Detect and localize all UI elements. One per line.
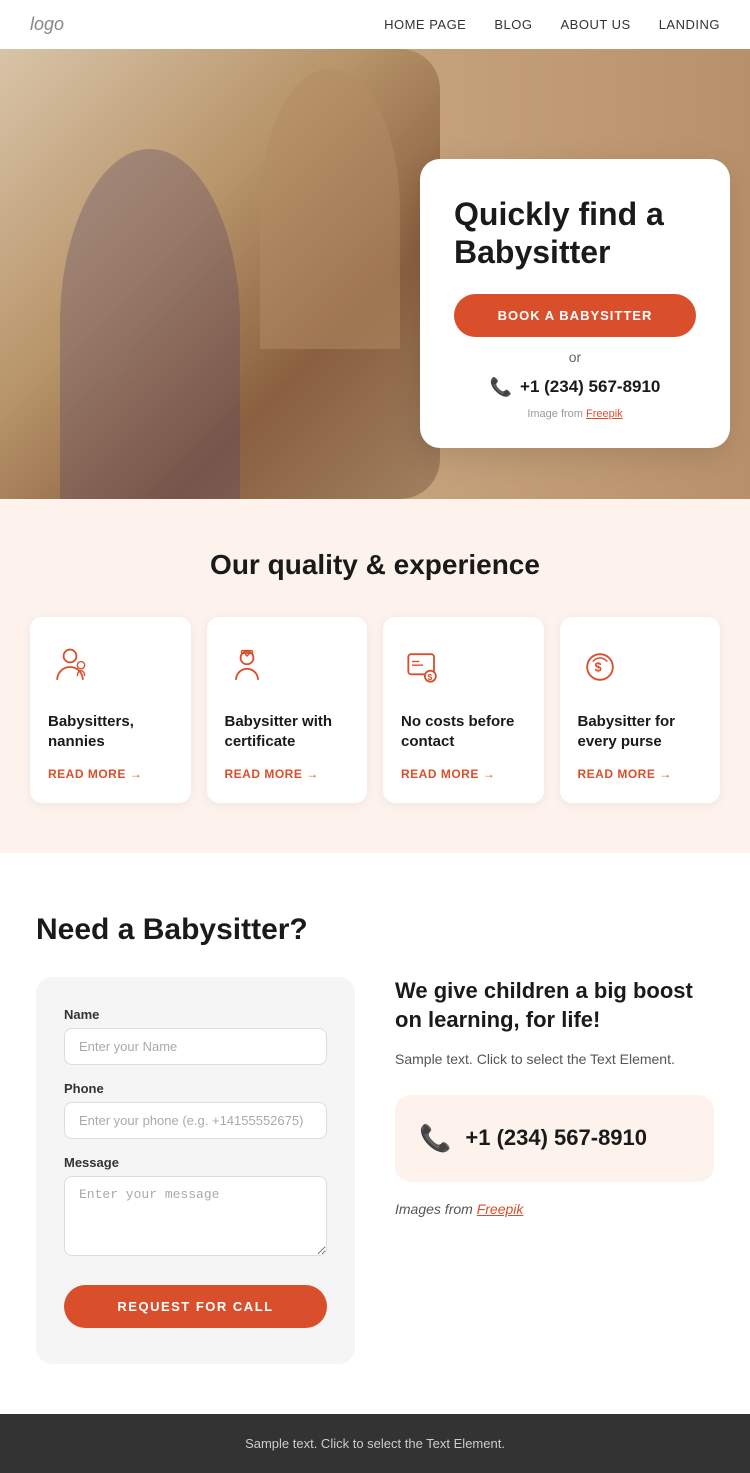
form-right: We give children a big boost on learning… xyxy=(395,977,714,1244)
phone-icon: 📞 xyxy=(490,377,512,398)
phone-card-number: +1 (234) 567-8910 xyxy=(465,1125,647,1151)
footer-text: Sample text. Click to select the Text El… xyxy=(245,1436,505,1451)
book-babysitter-button[interactable]: BOOK A BABYSITTER xyxy=(454,294,696,337)
message-group: Message xyxy=(64,1155,327,1261)
nav-blog[interactable]: BLOG xyxy=(494,17,532,32)
read-more-no-costs[interactable]: READ MORE → xyxy=(401,767,526,781)
logo: logo xyxy=(30,14,64,35)
navbar: logo HOME PAGE BLOG ABOUT US LANDING xyxy=(0,0,750,49)
card-title-purse: Babysitter for every purse xyxy=(578,712,703,751)
card-title-babysitters: Babysitters, nannies xyxy=(48,712,173,751)
form-right-body: Sample text. Click to select the Text El… xyxy=(395,1048,714,1070)
hero-section: Quickly find a Babysitter BOOK A BABYSIT… xyxy=(0,49,750,499)
contact-form-box: Name Phone Message REQUEST FOR CALL xyxy=(36,977,355,1364)
no-costs-icon: $ xyxy=(401,645,526,698)
nav-links: HOME PAGE BLOG ABOUT US LANDING xyxy=(384,17,720,32)
nav-home[interactable]: HOME PAGE xyxy=(384,17,466,32)
form-right-heading: We give children a big boost on learning… xyxy=(395,977,714,1034)
card-title-no-costs: No costs before contact xyxy=(401,712,526,751)
message-textarea[interactable] xyxy=(64,1176,327,1256)
nav-landing[interactable]: LANDING xyxy=(659,17,720,32)
feature-cards-grid: Babysitters, nannies READ MORE → Babysit… xyxy=(30,617,720,803)
freepik-link[interactable]: Freepik xyxy=(586,408,623,420)
read-more-purse[interactable]: READ MORE → xyxy=(578,767,703,781)
nav-about[interactable]: ABOUT US xyxy=(560,17,630,32)
images-credit: Images from Freepik xyxy=(395,1198,714,1220)
feature-card-babysitters: Babysitters, nannies READ MORE → xyxy=(30,617,191,803)
name-input[interactable] xyxy=(64,1028,327,1065)
babysitter-certificate-icon xyxy=(225,645,350,698)
feature-card-purse: $ Babysitter for every purse READ MORE → xyxy=(560,617,721,803)
freepik-link-2[interactable]: Freepik xyxy=(477,1201,524,1217)
babysitter-nannies-icon xyxy=(48,645,173,698)
hero-image-credit: Image from Freepik xyxy=(454,408,696,420)
form-left: Name Phone Message REQUEST FOR CALL xyxy=(36,977,355,1364)
phone-card-icon: 📞 xyxy=(419,1123,451,1154)
or-divider: or xyxy=(454,349,696,365)
hero-image-area xyxy=(0,49,440,499)
phone-group: Phone xyxy=(64,1081,327,1139)
phone-card: 📞 +1 (234) 567-8910 xyxy=(395,1095,714,1182)
feature-card-certificate: Babysitter with certificate READ MORE → xyxy=(207,617,368,803)
phone-input[interactable] xyxy=(64,1102,327,1139)
form-section: Need a Babysitter? Name Phone Message RE… xyxy=(0,853,750,1414)
name-label: Name xyxy=(64,1007,327,1022)
request-call-button[interactable]: REQUEST FOR CALL xyxy=(64,1285,327,1328)
babysitter-purse-icon: $ xyxy=(578,645,703,698)
card-title-certificate: Babysitter with certificate xyxy=(225,712,350,751)
quality-title: Our quality & experience xyxy=(30,549,720,581)
form-section-title: Need a Babysitter? xyxy=(36,913,714,947)
hero-title: Quickly find a Babysitter xyxy=(454,195,696,272)
read-more-certificate[interactable]: READ MORE → xyxy=(225,767,350,781)
hero-phone-number: +1 (234) 567-8910 xyxy=(520,377,660,397)
svg-text:$: $ xyxy=(428,673,433,682)
svg-text:$: $ xyxy=(594,660,601,675)
message-label: Message xyxy=(64,1155,327,1170)
footer: Sample text. Click to select the Text El… xyxy=(0,1414,750,1473)
hero-phone-row: 📞 +1 (234) 567-8910 xyxy=(454,377,696,398)
phone-label: Phone xyxy=(64,1081,327,1096)
read-more-babysitters[interactable]: READ MORE → xyxy=(48,767,173,781)
hero-card: Quickly find a Babysitter BOOK A BABYSIT… xyxy=(420,159,730,448)
quality-section: Our quality & experience Babysitters, na… xyxy=(0,499,750,853)
form-content: Name Phone Message REQUEST FOR CALL We g… xyxy=(36,977,714,1364)
name-group: Name xyxy=(64,1007,327,1065)
feature-card-no-costs: $ No costs before contact READ MORE → xyxy=(383,617,544,803)
